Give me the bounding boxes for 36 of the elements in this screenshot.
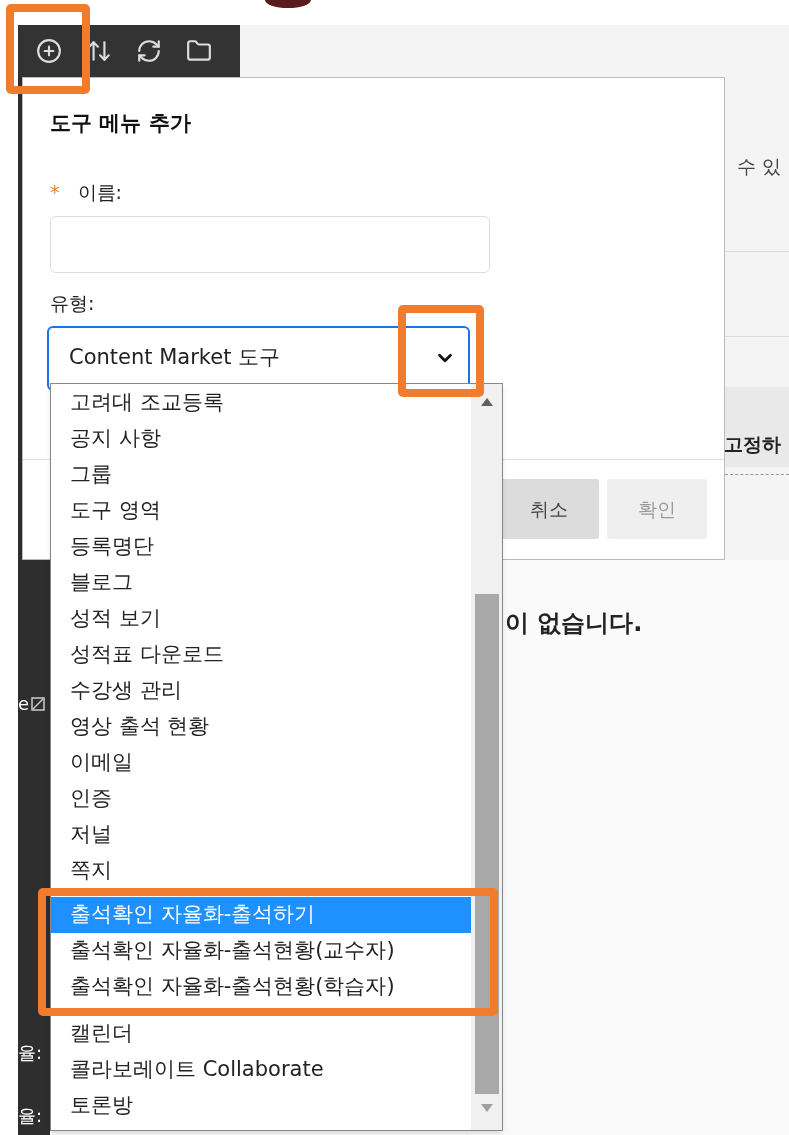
sidebar-text: e — [18, 692, 30, 716]
dropdown-option[interactable]: 수강생 관리 — [51, 673, 471, 709]
dropdown-option[interactable]: 출석확인 자율화-출석현황(학습자) — [51, 969, 471, 1005]
dropdown-option[interactable]: 블로그 — [51, 565, 471, 601]
folder-icon[interactable] — [186, 38, 212, 64]
dropdown-option[interactable]: 성적 보기 — [51, 601, 471, 637]
dropdown-option[interactable]: 출석확인 자율화-출석현황(교수자) — [51, 933, 471, 969]
dropdown-option[interactable]: 등록명단 — [51, 529, 471, 565]
dropdown-option[interactable]: 저널 — [51, 817, 471, 853]
dropdown-option[interactable]: 도구 영역 — [51, 493, 471, 529]
dropdown-option[interactable]: 쪽지 — [51, 853, 471, 889]
dropdown-option[interactable]: 이메일 — [51, 745, 471, 781]
dropdown-option[interactable]: 성적표 다운로드 — [51, 637, 471, 673]
dropdown-option[interactable]: 토론방 — [51, 1088, 471, 1124]
avatar-icon — [265, 0, 311, 8]
scroll-up-icon[interactable] — [480, 398, 493, 406]
dropdown-option[interactable]: 영상 출석 현황 — [51, 709, 471, 745]
field-label: 유형: — [50, 291, 96, 316]
dropdown-option[interactable]: 콜라보레이트 Collaborate — [51, 1052, 471, 1088]
field-label: 이름: — [77, 179, 122, 205]
empty-message: 이 없습니다. — [505, 609, 643, 637]
name-input[interactable] — [50, 216, 490, 273]
refresh-icon[interactable] — [136, 38, 162, 64]
dropdown-option[interactable]: 인증 — [51, 781, 471, 817]
dropdown-option[interactable]: 캘린더 — [51, 1016, 471, 1052]
required-mark: * — [50, 179, 60, 205]
background-text: 수 있 — [736, 154, 783, 179]
dropdown-option[interactable]: 그룹 — [51, 457, 471, 493]
dialog-title: 도구 메뉴 추가 — [50, 110, 192, 137]
scrollbar[interactable] — [471, 384, 502, 1130]
add-icon[interactable] — [36, 38, 62, 64]
dropdown-option[interactable]: 공지 사항 — [51, 421, 471, 457]
sidebar-text: 율: — [18, 1041, 43, 1065]
sidebar-text: 율: — [18, 1104, 43, 1128]
background-text: 고정하 — [724, 432, 781, 457]
image-icon — [31, 696, 46, 711]
